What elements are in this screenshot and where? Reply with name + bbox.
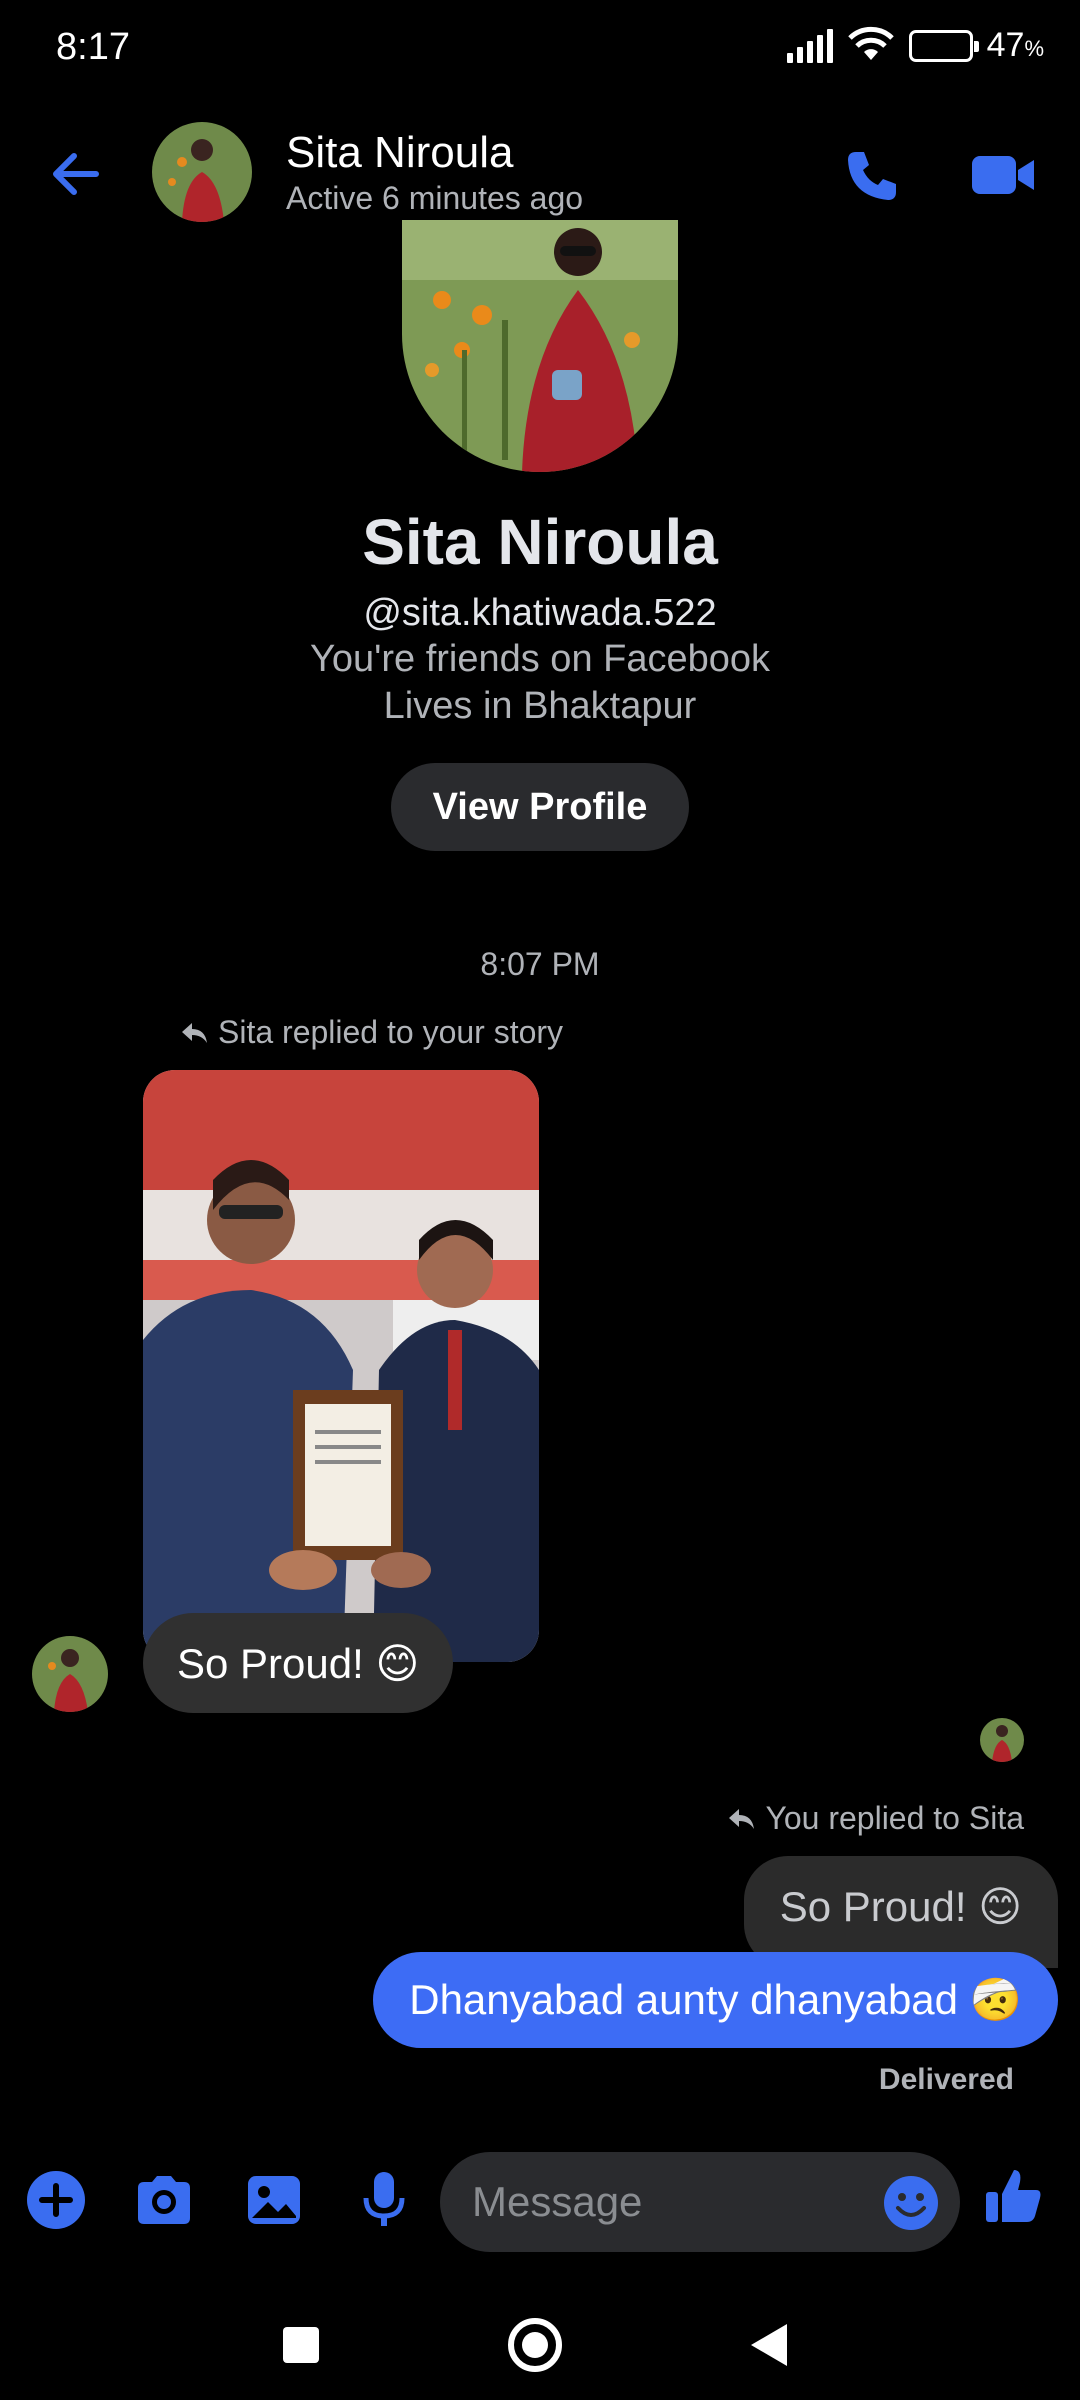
- profile-name: Sita Niroula: [362, 506, 718, 578]
- location-text: Lives in Bhaktapur: [383, 685, 697, 727]
- quoted-message-text: So Proud! 😊: [779, 1883, 1022, 1930]
- status-time: 8:17: [56, 26, 130, 68]
- back-arrow-icon[interactable]: [44, 142, 108, 206]
- video-call-icon[interactable]: [970, 150, 1036, 200]
- profile-handle: @sita.khatiwada.522: [363, 592, 717, 634]
- wifi-icon: [847, 24, 895, 67]
- story-reply-note: Sita replied to your story: [180, 1014, 563, 1051]
- friends-status: You're friends on Facebook: [309, 638, 771, 680]
- your-reply-note: You replied to Sita: [727, 1800, 1024, 1837]
- sender-avatar[interactable]: [32, 1636, 108, 1712]
- incoming-message-bubble[interactable]: So Proud! 😊: [143, 1613, 454, 1713]
- profile-photo[interactable]: [402, 220, 678, 472]
- outgoing-message-bubble[interactable]: Dhanyabad aunty dhanyabad 🤕: [373, 1952, 1058, 2048]
- battery-icon: [908, 29, 979, 62]
- home-icon[interactable]: [500, 2310, 570, 2380]
- incoming-message-text: So Proud! 😊: [177, 1639, 420, 1687]
- microphone-icon[interactable]: [352, 2168, 416, 2232]
- seen-avatar: [980, 1718, 1024, 1762]
- delivery-status: Delivered: [878, 2063, 1014, 2096]
- status-icons: 47%: [786, 24, 1044, 67]
- message-input[interactable]: [472, 2152, 852, 2252]
- camera-icon[interactable]: [132, 2168, 196, 2232]
- contact-name[interactable]: Sita Niroula: [286, 128, 513, 178]
- back-icon[interactable]: [734, 2310, 804, 2380]
- your-reply-text: You replied to Sita: [765, 1800, 1024, 1836]
- story-reply-text: Sita replied to your story: [218, 1014, 564, 1050]
- reply-arrow-icon: [182, 1022, 207, 1043]
- outgoing-message-text: Dhanyabad aunty dhanyabad 🤕: [409, 1975, 1022, 2023]
- thumbs-up-icon[interactable]: [982, 2164, 1046, 2228]
- status-bar: 8:17 47%: [0, 0, 1080, 100]
- signal-icon: [786, 28, 833, 63]
- recent-apps-icon[interactable]: [266, 2310, 336, 2380]
- active-status: Active 6 minutes ago: [286, 180, 584, 216]
- system-navigation-bar: [0, 2290, 1080, 2400]
- reply-arrow-icon: [729, 1808, 755, 1829]
- emoji-icon[interactable]: [882, 2174, 940, 2232]
- contact-avatar[interactable]: [152, 122, 252, 222]
- gallery-icon[interactable]: [242, 2168, 306, 2232]
- plus-icon[interactable]: [24, 2168, 88, 2232]
- view-profile-button[interactable]: View Profile: [391, 763, 689, 851]
- message-timestamp: 8:07 PM: [480, 946, 600, 982]
- story-image[interactable]: [143, 1070, 539, 1662]
- message-field[interactable]: [440, 2152, 960, 2252]
- phone-call-icon[interactable]: [842, 146, 902, 206]
- battery-percent: 47%: [986, 26, 1044, 64]
